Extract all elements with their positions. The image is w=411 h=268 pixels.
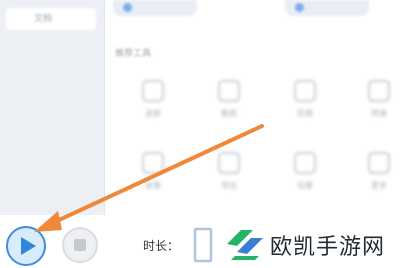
top-tab-1[interactable] — [113, 0, 197, 16]
sidebar-item-label: 文档 — [34, 14, 53, 24]
tool-icon — [368, 152, 390, 174]
watermark-logo — [227, 230, 263, 260]
play-icon — [21, 237, 36, 255]
tool-label: 导出 — [221, 181, 237, 190]
tool-item[interactable]: 转换 — [351, 74, 407, 124]
tool-item[interactable]: 截图 — [201, 74, 257, 124]
sidebar: 文档 — [0, 0, 105, 215]
tool-label: 录屏 — [145, 109, 161, 118]
tool-item[interactable]: 剪辑 — [277, 74, 333, 124]
tool-icon — [368, 80, 390, 102]
duration-input[interactable] — [194, 228, 212, 262]
tool-label: 剪辑 — [297, 109, 313, 118]
tool-icon — [294, 80, 316, 102]
tool-label: 转换 — [371, 109, 387, 118]
tool-icon — [218, 152, 240, 174]
tool-label: 录像 — [145, 181, 161, 190]
tool-item[interactable]: 设置 — [277, 146, 333, 196]
stop-button[interactable] — [62, 227, 98, 263]
sidebar-item-docs[interactable]: 文档 — [6, 8, 96, 30]
top-tab-2[interactable] — [285, 0, 369, 16]
tool-label: 设置 — [297, 181, 313, 190]
tool-icon — [218, 80, 240, 102]
tool-icon — [294, 152, 316, 174]
tab-dot-icon — [123, 3, 132, 12]
main-panel: 推荐工具 录屏 截图 剪辑 转换 录像 导出 设置 更多 — [105, 0, 411, 215]
tool-icon — [142, 80, 164, 102]
tab-dot-icon — [295, 3, 304, 12]
duration-label: 时长： — [143, 239, 180, 253]
tool-item[interactable]: 录屏 — [125, 74, 181, 124]
tool-icon — [142, 152, 164, 174]
section-label: 推荐工具 — [115, 49, 152, 59]
tool-item[interactable]: 录像 — [125, 146, 181, 196]
play-button[interactable] — [6, 226, 46, 266]
tool-item[interactable]: 导出 — [201, 146, 257, 196]
tool-item[interactable]: 更多 — [351, 146, 407, 196]
stop-icon — [74, 239, 86, 251]
watermark-text: 欧凯手游网 — [270, 235, 386, 260]
tool-label: 截图 — [221, 109, 237, 118]
tool-label: 更多 — [371, 181, 387, 190]
